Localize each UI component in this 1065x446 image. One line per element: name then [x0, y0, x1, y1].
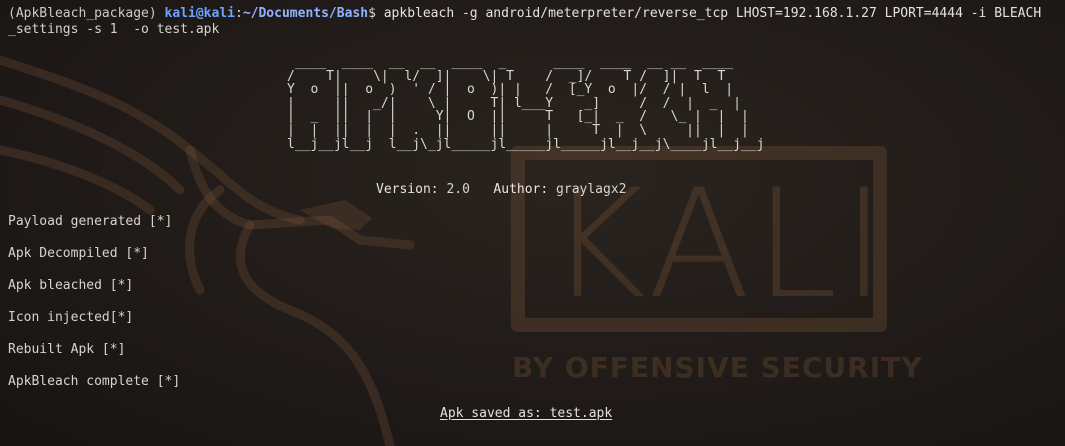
author-label: Author:: [493, 182, 549, 197]
apkbleach-ascii-banner: ____ ____ __ __ ____ _ ____ ____ __ __ _…: [287, 55, 765, 152]
command-continuation: _settings -s 1 -o test.apk: [8, 22, 220, 37]
status-payload-generated: Payload generated [*]: [8, 214, 173, 229]
status-apkbleach-complete: ApkBleach complete [*]: [8, 374, 181, 389]
author-value: graylagx2: [556, 182, 627, 197]
version-value: 2.0: [446, 182, 470, 197]
kali-tagline: BY OFFENSIVE SECURITY: [512, 351, 923, 384]
status-list: Payload generated [*] Apk Decompiled [*]…: [8, 214, 180, 406]
current-path: ~/Documents/Bash: [242, 6, 369, 21]
command-line: (ApkBleach_package) kali@kali:~/Document…: [8, 6, 1042, 21]
status-apk-decompiled: Apk Decompiled [*]: [8, 246, 149, 261]
terminal-window[interactable]: KALI BY OFFENSIVE SECURITY (ApkBleach_pa…: [0, 0, 1065, 446]
status-icon-injected: Icon injected[*]: [8, 310, 134, 325]
status-apk-bleached: Apk bleached [*]: [8, 278, 134, 293]
command-text: apkbleach -g android/meterpreter/reverse…: [383, 6, 1042, 21]
env-name: (ApkBleach_package): [8, 6, 157, 21]
apk-saved-message: Apk saved as: test.apk: [440, 406, 613, 421]
prompt-symbol: $: [368, 6, 376, 21]
status-rebuilt-apk: Rebuilt Apk [*]: [8, 342, 126, 357]
version-label: Version:: [376, 182, 439, 197]
user-host: kali@kali: [164, 6, 235, 21]
version-author-line: Version: 2.0 Author: graylagx2: [376, 182, 627, 198]
